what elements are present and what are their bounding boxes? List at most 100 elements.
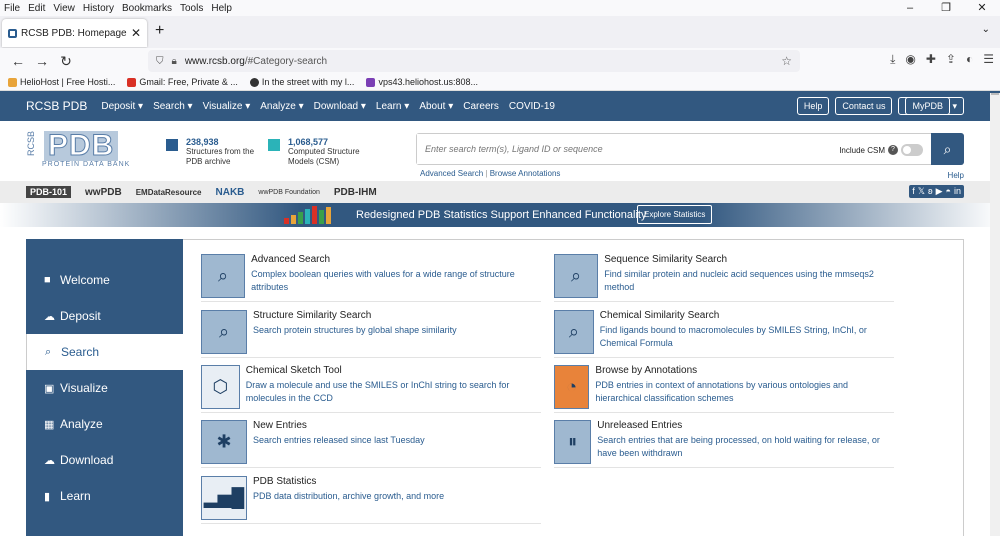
pdb-logo[interactable]: RCSB PDB PROTEIN DATA BANK <box>26 130 148 169</box>
card-browse-annotations[interactable]: ◔ Browse by Annotations PDB entries in co… <box>554 365 894 413</box>
help-button[interactable]: Help <box>796 97 830 115</box>
sketch-tool-thumbnail: ⬡ <box>201 365 240 409</box>
menu-tools[interactable]: Tools <box>180 3 203 14</box>
new-entries-thumbnail: ✱ <box>201 420 247 464</box>
new-tab-icon[interactable]: + <box>155 22 164 40</box>
nav-search[interactable]: Search ▾ <box>153 101 193 112</box>
bookmark-item[interactable]: In the street with my l... <box>249 77 354 87</box>
sidebar-item-search[interactable]: ⌕ Search <box>26 334 183 370</box>
bookmark-item[interactable]: Gmail: Free, Private & ... <box>127 77 238 87</box>
card-chemical-similarity[interactable]: ⌕ Chemical Similarity Search Find ligands… <box>554 310 894 358</box>
advanced-search-link[interactable]: Advanced Search <box>420 169 483 178</box>
github-icon[interactable]: ◓ <box>946 186 951 197</box>
sidebar-item-analyze[interactable]: ▦ Analyze <box>26 406 183 442</box>
bookmark-icon: ■ <box>44 274 51 286</box>
sidebar-item-learn[interactable]: ▮ Learn <box>26 478 183 514</box>
back-icon[interactable]: ← <box>6 53 30 69</box>
search-button[interactable]: ⌕ <box>931 133 964 165</box>
x-icon[interactable]: 𝕏 <box>918 186 925 197</box>
pdb101-logo[interactable]: PDB-101 <box>26 186 72 198</box>
csm-stat[interactable]: 1,068,577 Computed Structure Models (CSM… <box>268 137 360 167</box>
extensions-icon[interactable]: ✚ <box>926 52 936 67</box>
tab-list-chevron-icon[interactable]: ⌄ <box>982 24 990 35</box>
card-new-entries[interactable]: ✱ New Entries Search entries released sin… <box>201 420 541 468</box>
reload-icon[interactable]: ↻ <box>54 53 78 70</box>
bookmark-item[interactable]: HelioHost | Free Hosti... <box>8 77 115 87</box>
account-icon[interactable]: ◉ <box>905 52 915 67</box>
nav-learn[interactable]: Learn ▾ <box>376 101 409 112</box>
nav-analyze[interactable]: Analyze ▾ <box>260 101 303 112</box>
card-unreleased-entries[interactable]: ⏸︎ Unreleased Entries Search entries that… <box>554 420 894 468</box>
cloud-upload-icon: ☁ <box>44 310 55 323</box>
menu-icon[interactable]: ☰ <box>983 52 994 67</box>
nav-visualize[interactable]: Visualize ▾ <box>203 101 251 112</box>
close-tab-icon[interactable]: ✕ <box>131 26 141 40</box>
wwpdb-logo[interactable]: wwPDB <box>85 187 122 198</box>
card-structure-similarity[interactable]: ⌕ Structure Similarity Search Search prot… <box>201 310 541 358</box>
bookmark-star-icon[interactable]: ☆ <box>781 54 792 68</box>
lock-icon[interactable]: 🔒︎ <box>172 56 177 67</box>
help-question-icon[interactable]: ? <box>888 145 898 155</box>
youtube-icon[interactable]: ▶ <box>936 186 943 197</box>
card-advanced-search[interactable]: ⌕ Advanced Search Complex boolean queries… <box>201 254 541 302</box>
url-bar[interactable]: ⛉ 🔒︎ www.rcsb.org /#Category-search ☆ <box>148 50 800 72</box>
browse-annotations-link[interactable]: Browse Annotations <box>490 169 561 178</box>
nav-deposit[interactable]: Deposit ▾ <box>101 101 143 112</box>
facebook-icon[interactable]: f <box>912 186 915 197</box>
browser-tab[interactable]: RCSB PDB: Homepage ✕ <box>2 19 147 47</box>
sidebar-item-deposit[interactable]: ☁ Deposit <box>26 298 183 334</box>
card-pdb-statistics[interactable]: ▂▅█ PDB Statistics PDB data distribution,… <box>201 476 541 524</box>
download-icon[interactable]: ⤓ <box>890 52 895 67</box>
site-brand[interactable]: RCSB PDB <box>26 99 87 113</box>
emdataresource-logo[interactable]: EMDataResource <box>136 188 202 197</box>
nav-careers[interactable]: Careers <box>463 101 499 112</box>
card-sequence-similarity[interactable]: ⌕ Sequence Similarity Search Find similar… <box>554 254 894 302</box>
sidebar-item-download[interactable]: ☁ Download <box>26 442 183 478</box>
search-input[interactable] <box>417 134 797 164</box>
bluesky-icon[interactable]: ʚ <box>928 186 933 197</box>
nakb-logo[interactable]: NAKB <box>216 187 245 198</box>
annotations-thumbnail: ◔ <box>554 365 590 409</box>
include-csm-toggle[interactable]: Include CSM ? <box>839 144 923 156</box>
search-help-link[interactable]: Help <box>948 171 964 180</box>
statistics-thumbnail: ▂▅█ <box>201 476 247 520</box>
nav-covid[interactable]: COVID-19 <box>509 101 555 112</box>
pdbihm-logo[interactable]: PDB-IHM <box>334 187 377 198</box>
site-header: RCSB PDB PROTEIN DATA BANK 238,938 Struc… <box>0 121 1000 181</box>
sidebar-item-welcome[interactable]: ■ Welcome <box>26 262 183 298</box>
extension-icon[interactable]: ◐ <box>966 52 973 67</box>
close-window-icon[interactable]: ✕ <box>964 0 1000 16</box>
menu-bookmarks[interactable]: Bookmarks <box>122 3 172 14</box>
menu-help[interactable]: Help <box>211 3 232 14</box>
menu-view[interactable]: View <box>53 3 75 14</box>
csm-switch[interactable] <box>901 144 923 156</box>
social-icons: f 𝕏 ʚ ▶ ◓ in <box>909 185 964 198</box>
linkedin-icon[interactable]: in <box>954 186 961 197</box>
nav-about[interactable]: About ▾ <box>419 101 453 112</box>
tracking-shield-icon[interactable]: ⛉ <box>156 56 164 67</box>
bookmark-favicon-icon <box>8 77 17 87</box>
card-chemical-sketch[interactable]: ⬡ Chemical Sketch Tool Draw a molecule an… <box>201 365 541 413</box>
restore-icon[interactable]: ❐ <box>928 0 964 16</box>
grid-icon: ▦ <box>44 418 55 431</box>
structures-stat[interactable]: 238,938 Structures from the PDB archive <box>166 137 254 167</box>
category-sidebar: ■ Welcome ☁ Deposit ⌕ Search ▣ Visualize ▦ An… <box>26 239 183 536</box>
contact-button[interactable]: Contact us <box>835 97 893 115</box>
forward-icon[interactable]: → <box>30 53 54 69</box>
menu-history[interactable]: History <box>83 3 114 14</box>
chemical-search-thumbnail: ⌕ <box>554 310 594 354</box>
scrollbar-thumb[interactable] <box>991 93 999 95</box>
share-icon[interactable]: ⇪ <box>946 52 956 67</box>
magnifier-icon: ⌕ <box>217 265 229 286</box>
wwpdb-foundation-logo[interactable]: wwPDB Foundation <box>258 189 319 196</box>
mypdb-button[interactable]: MyPDB ▾ <box>898 97 964 115</box>
monitor-icon <box>268 139 280 151</box>
bookmark-item[interactable]: vps43.heliohost.us:808... <box>366 77 478 87</box>
explore-statistics-button[interactable]: Explore Statistics <box>637 205 713 224</box>
sidebar-item-visualize[interactable]: ▣ Visualize <box>26 370 183 406</box>
page-scrollbar[interactable] <box>990 93 1000 536</box>
nav-download[interactable]: Download ▾ <box>314 101 366 112</box>
menu-file[interactable]: File <box>4 3 20 14</box>
menu-edit[interactable]: Edit <box>28 3 45 14</box>
minimize-icon[interactable]: – <box>892 0 928 16</box>
